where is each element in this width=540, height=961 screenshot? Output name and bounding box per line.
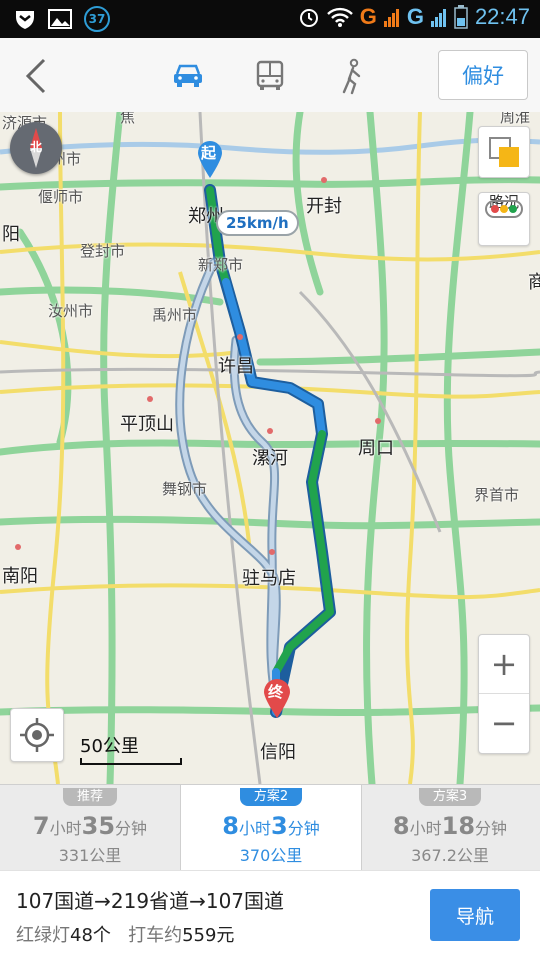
- town-label-xinzheng: 新郑市: [198, 256, 244, 274]
- end-marker[interactable]: 终: [262, 678, 292, 718]
- route-option-tag: 方案3: [418, 788, 482, 806]
- clock: 22:47: [474, 4, 530, 29]
- car-icon: [174, 64, 202, 87]
- city-label-zhoukou: 周口: [358, 438, 394, 459]
- town-label-dengfeng: 登封市: [80, 242, 126, 260]
- city-label-luohe: 漯河: [252, 448, 288, 469]
- end-marker-label: 终: [268, 683, 284, 701]
- zoom-out-button[interactable]: −: [479, 694, 529, 752]
- start-marker-label: 起: [201, 144, 217, 162]
- route-option-1[interactable]: 推荐 7小时35分钟 331公里: [0, 785, 180, 871]
- scale-label: 50公里: [80, 736, 139, 757]
- signal-icon-2: [430, 9, 446, 27]
- traffic-lights-count: 48个: [70, 925, 111, 946]
- town-label-wugang: 舞钢市: [162, 480, 208, 498]
- town-label-jieshou: 界首市: [474, 486, 520, 504]
- locate-icon: [20, 718, 54, 752]
- town-label-yuzhou: 禹州市: [152, 306, 198, 324]
- route-options: 推荐 7小时35分钟 331公里 方案2 8小时3分钟 370公里 方案3 8小…: [0, 784, 540, 871]
- route-option-tag: 方案2: [239, 788, 303, 806]
- image-icon: [48, 9, 72, 29]
- speed-label: 25km/h: [216, 210, 299, 236]
- signal-icon-1: [383, 9, 399, 27]
- route-option-distance: 331公里: [58, 846, 122, 865]
- route-option-distance: 370公里: [239, 846, 303, 865]
- town-label-ruzhou: 汝州市: [48, 302, 94, 320]
- compass-button[interactable]: 北: [10, 122, 62, 174]
- route-meta: 红绿灯48个 打车约559元: [16, 921, 234, 947]
- battery-icon: [454, 5, 468, 29]
- mode-bus-button[interactable]: [250, 56, 290, 96]
- top-bar: 偏好: [0, 38, 540, 113]
- compass-label: 北: [30, 140, 43, 154]
- walk-icon: [342, 58, 361, 95]
- city-label-zhumadian: 驻马店: [242, 568, 296, 589]
- zoom-in-button[interactable]: +: [479, 635, 529, 694]
- city-label-nanyang: 南阳: [2, 566, 38, 587]
- route-option-time: 7小时35分钟: [32, 812, 148, 840]
- route-roads: 107国道→219省道→107国道: [16, 889, 285, 913]
- alarm-icon: [299, 9, 318, 27]
- network-type-1: G: [359, 4, 377, 29]
- locate-button[interactable]: [10, 708, 64, 762]
- shield-icon: [16, 11, 34, 29]
- start-marker[interactable]: 起: [196, 140, 224, 178]
- network-type-2: G: [406, 4, 424, 29]
- town-label-zhouhuai: 周淮: [500, 112, 531, 126]
- route-summary: 107国道→219省道→107国道 红绿灯48个 打车约559元 导航: [0, 870, 540, 961]
- city-label-pingdingshan: 平顶山: [120, 414, 174, 435]
- traffic-button[interactable]: 路况: [478, 192, 530, 246]
- route-option-time: 8小时18分钟: [392, 812, 508, 840]
- taxi-label: 打车约: [128, 925, 183, 946]
- city-label-shang: 商: [528, 272, 540, 293]
- route-option-3[interactable]: 方案3 8小时18分钟 367.2公里: [360, 785, 540, 871]
- route-option-distance: 367.2公里: [411, 846, 489, 865]
- taxi-price: 559元: [182, 925, 235, 946]
- town-label-yanshi: 偃师市: [38, 188, 84, 206]
- chevron-left-icon: [25, 58, 46, 94]
- scale-bar: [80, 758, 182, 765]
- notification-badge: 37: [84, 6, 110, 32]
- traffic-lights-label: 红绿灯: [16, 925, 70, 946]
- map-view[interactable]: 郑州 开封 许昌 平顶山 漯河 周口 驻马店 信阳 南阳 阳 商 济源市 孟州市…: [0, 112, 540, 784]
- traffic-light-icon: [485, 200, 523, 218]
- route-option-time: 8小时3分钟: [222, 812, 320, 840]
- route-option-2[interactable]: 方案2 8小时3分钟 370公里: [180, 785, 362, 871]
- preference-button[interactable]: 偏好: [438, 50, 528, 100]
- status-bar: 37 G G 22:47: [0, 0, 540, 38]
- town-label-jiao: 焦: [120, 112, 136, 126]
- city-label-xinyang: 信阳: [260, 742, 296, 763]
- zoom-control: + −: [478, 634, 530, 754]
- route-option-tag: 推荐: [62, 788, 117, 806]
- navigate-button[interactable]: 导航: [430, 889, 520, 941]
- city-label-yang: 阳: [2, 224, 20, 245]
- layers-button[interactable]: [478, 126, 530, 178]
- layers-icon: [489, 137, 519, 167]
- city-label-kaifeng: 开封: [306, 196, 342, 217]
- wifi-icon: [326, 7, 353, 27]
- city-label-xuchang: 许昌: [218, 356, 254, 377]
- back-button[interactable]: [18, 54, 58, 98]
- bus-icon: [256, 60, 284, 90]
- mode-car-button[interactable]: [168, 56, 208, 96]
- mode-walk-button[interactable]: [332, 56, 372, 96]
